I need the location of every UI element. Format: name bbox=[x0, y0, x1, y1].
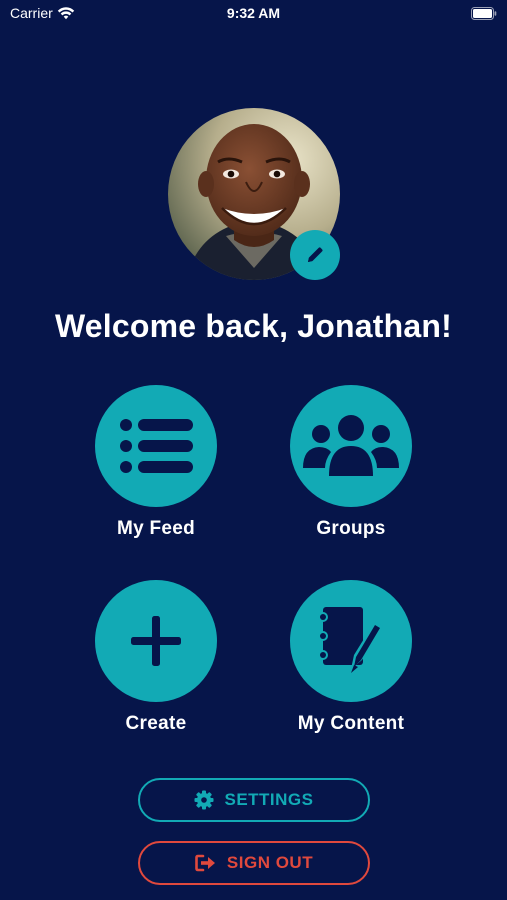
my-content-tile[interactable]: My Content bbox=[276, 580, 426, 735]
create-tile[interactable]: Create bbox=[81, 580, 231, 735]
pencil-icon bbox=[308, 247, 323, 262]
sign-out-label: SIGN OUT bbox=[226, 853, 314, 872]
my-feed-button[interactable] bbox=[95, 385, 217, 507]
plus-icon bbox=[131, 616, 181, 666]
groups-button[interactable] bbox=[290, 385, 412, 507]
battery-icon bbox=[471, 7, 497, 20]
settings-button[interactable]: SETTINGS bbox=[138, 778, 370, 822]
users-icon bbox=[303, 415, 399, 476]
groups-tile[interactable]: Groups bbox=[276, 385, 426, 540]
welcome-heading: Welcome back, Jonathan! bbox=[54, 308, 452, 344]
create-button[interactable] bbox=[95, 580, 217, 702]
gear-icon bbox=[194, 790, 214, 810]
create-label: Create bbox=[125, 713, 187, 734]
groups-label: Groups bbox=[316, 518, 386, 539]
my-feed-label: My Feed bbox=[116, 518, 196, 539]
status-time: 9:32 AM bbox=[226, 5, 281, 21]
sign-out-icon bbox=[195, 854, 215, 872]
settings-label: SETTINGS bbox=[224, 790, 314, 809]
list-icon bbox=[120, 419, 193, 473]
my-content-button[interactable] bbox=[290, 580, 412, 702]
edit-avatar-button[interactable] bbox=[290, 230, 340, 280]
sign-out-button[interactable]: SIGN OUT bbox=[138, 841, 370, 885]
notebook-pen-icon bbox=[318, 607, 383, 673]
status-bar: Carrier 9:32 AM bbox=[0, 0, 507, 28]
my-content-label: My Content bbox=[297, 713, 405, 734]
my-feed-tile[interactable]: My Feed bbox=[81, 385, 231, 540]
profile-avatar-container bbox=[168, 108, 340, 280]
